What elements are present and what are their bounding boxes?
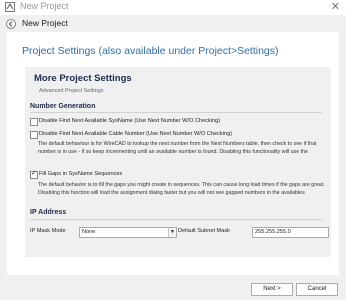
back-arrow-icon[interactable] bbox=[6, 19, 16, 29]
disable-find-cable-number-checkbox[interactable] bbox=[30, 131, 38, 139]
ip-mask-mode-label: IP Mask Mode bbox=[30, 228, 66, 234]
section-divider bbox=[30, 112, 322, 113]
chevron-down-icon[interactable]: ▼ bbox=[168, 228, 176, 237]
wizard-header: New Project bbox=[0, 15, 346, 32]
number-generation-heading: Number Generation bbox=[30, 103, 96, 110]
panel-subtitle: Advanced Project Settings bbox=[39, 88, 104, 94]
close-icon[interactable]: ✕ bbox=[331, 0, 340, 14]
window-title: New Project bbox=[20, 1, 69, 11]
title-bar: New Project ✕ bbox=[0, 0, 346, 16]
cable-number-description: The default behaviour is for WireCAD to … bbox=[38, 141, 317, 155]
content-area: Project Settings (also available under P… bbox=[7, 32, 339, 275]
default-subnet-mask-value: 255.255.255.0 bbox=[255, 229, 291, 235]
disable-find-sysname-label: Disable Find Next Available SysName (Use… bbox=[39, 118, 221, 124]
ip-mask-mode-select[interactable]: None ▼ bbox=[79, 227, 177, 238]
ip-address-heading: IP Address bbox=[30, 209, 67, 216]
ip-mask-mode-value: None bbox=[82, 229, 96, 235]
section-divider bbox=[30, 219, 322, 220]
checkmark-icon: ✓ bbox=[31, 170, 37, 177]
disable-find-cable-number-label: Disable Find Next Available Cable Number… bbox=[39, 131, 232, 137]
page-title: Project Settings (also available under P… bbox=[22, 45, 279, 57]
disable-find-sysname-checkbox[interactable] bbox=[30, 118, 38, 126]
fill-gaps-description: The default behavior is to fill the gaps… bbox=[38, 182, 325, 196]
default-subnet-mask-input[interactable]: 255.255.255.0 bbox=[252, 227, 329, 238]
app-logo-icon bbox=[5, 2, 15, 12]
next-button[interactable]: Next > bbox=[251, 283, 293, 296]
panel-title: More Project Settings bbox=[34, 73, 132, 84]
fill-gaps-label: Fill Gaps in SysName Sequences bbox=[39, 171, 123, 177]
cancel-button[interactable]: Cancel bbox=[296, 283, 338, 296]
settings-panel: More Project Settings Advanced Project S… bbox=[25, 67, 331, 257]
wizard-title: New Project bbox=[22, 18, 68, 28]
fill-gaps-checkbox[interactable]: ✓ bbox=[30, 170, 38, 179]
default-subnet-mask-label: Default Subnet Mask bbox=[178, 228, 230, 234]
